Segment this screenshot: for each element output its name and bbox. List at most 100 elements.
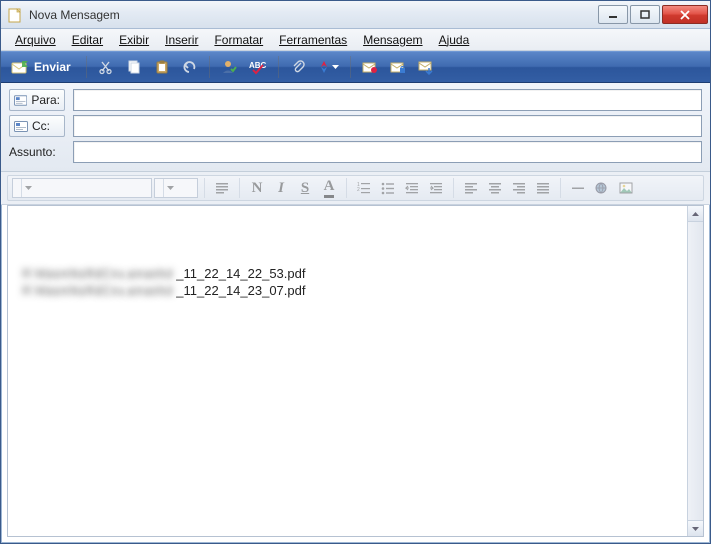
person-check-icon: [221, 59, 237, 75]
align-justify-icon: [536, 181, 550, 195]
paste-button[interactable]: [150, 55, 174, 79]
menu-editar[interactable]: Editar: [64, 31, 111, 49]
picture-icon: [619, 181, 633, 195]
envelope-lock-icon: [390, 59, 406, 75]
menu-mensagem[interactable]: Mensagem: [355, 31, 430, 49]
format-separator: [560, 178, 561, 198]
compose-window: Nova Mensagem Arquivo Editar Exibir Inse…: [0, 0, 711, 544]
outdent-button[interactable]: [401, 177, 423, 199]
abc-check-icon: ABC: [249, 59, 267, 75]
menu-bar: Arquivo Editar Exibir Inserir Formatar F…: [1, 29, 710, 51]
chevron-down-icon: [332, 65, 339, 69]
numbered-list-icon: 12: [357, 181, 371, 195]
format-separator: [346, 178, 347, 198]
scissors-icon: [98, 59, 114, 75]
send-button[interactable]: Enviar: [7, 55, 79, 79]
italic-button[interactable]: I: [270, 177, 292, 199]
globe-link-icon: [594, 181, 610, 195]
maximize-button[interactable]: [630, 5, 660, 24]
menu-ajuda[interactable]: Ajuda: [431, 31, 478, 49]
underline-button[interactable]: S: [294, 177, 316, 199]
toolbar-separator: [86, 56, 87, 78]
menu-inserir[interactable]: Inserir: [157, 31, 206, 49]
align-right-button[interactable]: [508, 177, 530, 199]
cc-row: Cc:: [9, 115, 702, 137]
priority-button[interactable]: [314, 55, 343, 79]
to-input[interactable]: [73, 89, 702, 111]
align-left-icon: [464, 181, 478, 195]
cut-button[interactable]: [94, 55, 118, 79]
toolbar-separator: [209, 56, 210, 78]
attachment-line: R WasmNoRdCnx.amanhd_11_22_14_23_07.pdf: [22, 283, 673, 298]
font-color-button[interactable]: A: [318, 177, 340, 199]
spellcheck-button[interactable]: ABC: [245, 55, 271, 79]
scroll-up-button[interactable]: [688, 206, 703, 222]
font-family-combo[interactable]: [12, 178, 152, 198]
svg-text:2: 2: [357, 187, 360, 193]
envelope-ribbon-icon: [362, 59, 378, 75]
message-headers: Para: Cc: Assunto:: [1, 83, 710, 172]
paperclip-icon: [291, 59, 305, 75]
indent-button[interactable]: [425, 177, 447, 199]
insert-hr-button[interactable]: [567, 177, 589, 199]
sign-button[interactable]: [358, 55, 382, 79]
copy-button[interactable]: [122, 55, 146, 79]
bold-button[interactable]: N: [246, 177, 268, 199]
attach-button[interactable]: [286, 55, 310, 79]
undo-button[interactable]: [178, 55, 202, 79]
scroll-down-button[interactable]: [688, 520, 703, 536]
bullet-list-button[interactable]: [377, 177, 399, 199]
align-justify-button[interactable]: [532, 177, 554, 199]
menu-arquivo[interactable]: Arquivo: [7, 31, 64, 49]
align-center-icon: [488, 181, 502, 195]
horizontal-rule-icon: [571, 181, 585, 195]
to-button[interactable]: Para:: [9, 89, 65, 111]
menu-formatar[interactable]: Formatar: [206, 31, 271, 49]
toolbar-separator: [278, 56, 279, 78]
address-card-icon: [14, 121, 28, 132]
main-toolbar: Enviar ABC: [1, 51, 710, 83]
insert-link-button[interactable]: [591, 177, 613, 199]
priority-icon: [318, 59, 330, 75]
align-center-button[interactable]: [484, 177, 506, 199]
paragraph-lines-icon: [215, 181, 229, 195]
svg-text:ABC: ABC: [249, 61, 267, 70]
toolbar-separator: [350, 56, 351, 78]
format-separator: [453, 178, 454, 198]
encrypt-button[interactable]: [386, 55, 410, 79]
paragraph-style-button[interactable]: [211, 177, 233, 199]
format-toolbar: N I S A 12: [7, 175, 704, 201]
font-size-combo[interactable]: [154, 178, 198, 198]
insert-image-button[interactable]: [615, 177, 637, 199]
undo-icon: [182, 59, 198, 75]
align-left-button[interactable]: [460, 177, 482, 199]
attachment-line: R WasmNoRdCnx.amanhd_11_22_14_22_53.pdf: [22, 266, 673, 281]
offline-button[interactable]: [414, 55, 438, 79]
minimize-button[interactable]: [598, 5, 628, 24]
menu-ferramentas[interactable]: Ferramentas: [271, 31, 355, 49]
cc-button[interactable]: Cc:: [9, 115, 65, 137]
chevron-down-icon: [163, 179, 177, 197]
format-separator: [204, 178, 205, 198]
window-title: Nova Mensagem: [29, 8, 596, 22]
numbered-list-button[interactable]: 12: [353, 177, 375, 199]
bullet-list-icon: [381, 181, 395, 195]
envelope-arrow-icon: [418, 59, 434, 75]
vertical-scrollbar[interactable]: [687, 206, 703, 536]
format-separator: [239, 178, 240, 198]
menu-exibir[interactable]: Exibir: [111, 31, 157, 49]
subject-input[interactable]: [73, 141, 702, 163]
format-toolbar-container: N I S A 12: [1, 172, 710, 205]
align-right-icon: [512, 181, 526, 195]
close-button[interactable]: [662, 5, 708, 24]
message-body[interactable]: R WasmNoRdCnx.amanhd_11_22_14_22_53.pdf …: [7, 205, 704, 537]
window-controls: [596, 5, 708, 24]
body-content[interactable]: R WasmNoRdCnx.amanhd_11_22_14_22_53.pdf …: [8, 206, 687, 536]
cc-input[interactable]: [73, 115, 702, 137]
check-names-button[interactable]: [217, 55, 241, 79]
title-bar: Nova Mensagem: [1, 1, 710, 29]
indent-icon: [429, 181, 443, 195]
send-icon: [11, 59, 29, 75]
subject-label: Assunto:: [9, 145, 65, 159]
to-row: Para:: [9, 89, 702, 111]
